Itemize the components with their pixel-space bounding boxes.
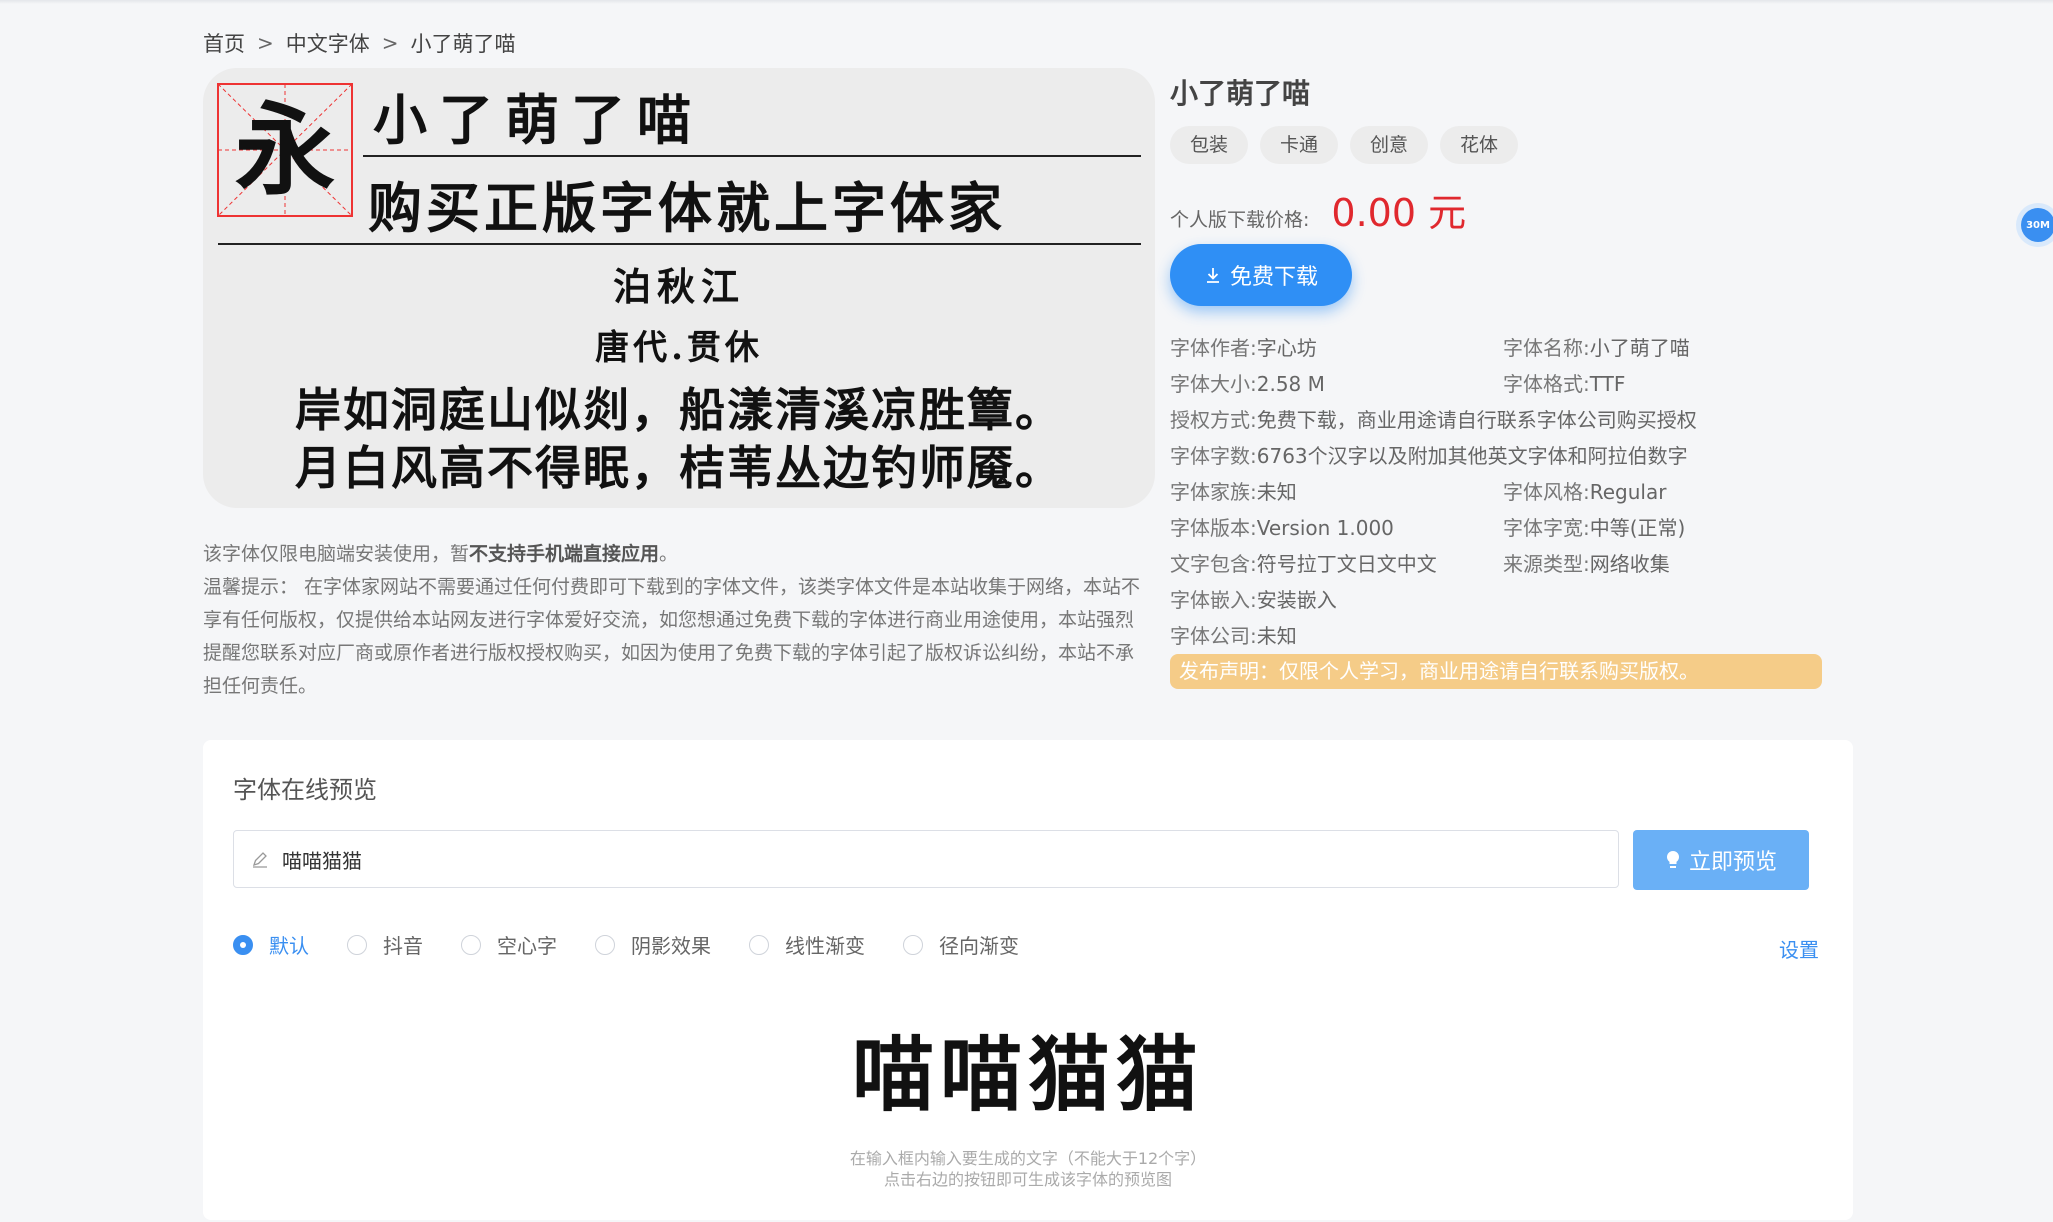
settings-link[interactable]: 设置 (1779, 934, 1819, 963)
info-source: 来源类型:网络收集 (1503, 552, 1670, 576)
preview-heading: 字体在线预览 (233, 776, 377, 804)
preview-button[interactable]: 立即预览 (1633, 830, 1809, 890)
notice-mobile: 该字体仅限电脑端安装使用，暂不支持手机端直接应用。 (203, 543, 679, 565)
preview-hint: 在输入框内输入要生成的文字（不能大于12个字） 点击右边的按钮即可生成该字体的预… (203, 1148, 1853, 1190)
preview-input-wrap (233, 830, 1619, 888)
info-name: 字体名称:小了萌了喵 (1503, 336, 1690, 360)
info-family: 字体家族:未知 (1170, 480, 1297, 504)
tag-list: 包装 卡通 创意 花体 (1170, 126, 1519, 164)
radio-hollow[interactable]: 空心字 (461, 930, 557, 959)
hint-line-2: 点击右边的按钮即可生成该字体的预览图 (883, 1170, 1172, 1189)
info-version: 字体版本:Version 1.000 (1170, 516, 1394, 540)
price-value: 0.00 元 (1331, 191, 1467, 235)
tag-item[interactable]: 创意 (1350, 126, 1429, 164)
chevron-right-icon: > (381, 31, 399, 55)
preview-button-label: 立即预览 (1688, 850, 1777, 875)
hero-line-1: 小了萌了喵 (373, 88, 703, 152)
info-width: 字体字宽:中等(正常) (1503, 516, 1686, 540)
preview-input[interactable] (280, 846, 1584, 872)
radio-shadow[interactable]: 阴影效果 (595, 930, 711, 959)
tag-item[interactable]: 花体 (1440, 126, 1519, 164)
info-author: 字体作者:字心坊 (1170, 336, 1317, 360)
radio-circle (347, 934, 367, 955)
radio-circle (461, 934, 481, 955)
info-count: 字体字数:6763个汉字以及附加其他英文字体和阿拉伯数字 (1170, 444, 1688, 468)
breadcrumb-category[interactable]: 中文字体 (286, 28, 370, 58)
font-title: 小了萌了喵 (1170, 77, 1311, 110)
info-embed: 字体嵌入:安装嵌入 (1170, 588, 1337, 612)
info-contains: 文字包含:符号拉丁文日文中文 (1170, 552, 1437, 576)
price-label: 个人版下载价格: (1170, 209, 1310, 231)
price: 个人版下载价格: 0.00 元 (1170, 182, 1466, 237)
radio-default[interactable]: 默认 (233, 930, 309, 959)
download-button[interactable]: 免费下载 (1170, 244, 1352, 306)
effect-options: 默认 抖音 空心字 阴影效果 线性渐变 径向渐变 (233, 930, 1057, 959)
tag-item[interactable]: 包装 (1170, 126, 1249, 164)
bulb-icon (1666, 850, 1680, 868)
hero-line-3: 泊秋江 (612, 264, 745, 309)
breadcrumb-home[interactable]: 首页 (203, 28, 245, 58)
info-size: 字体大小:2.58 M (1170, 372, 1325, 396)
top-shadow (0, 0, 2053, 4)
breadcrumb-current: 小了萌了喵 (410, 32, 516, 56)
hero-line-4: 唐代.贯休 (595, 328, 763, 368)
hero-line-6: 月白风高不得眠，桔苇丛边钓师魇。 (295, 441, 1063, 495)
radio-radial-gradient[interactable]: 径向渐变 (903, 930, 1019, 959)
release-declaration: 发布声明：仅限个人学习，商业用途请自行联系购买版权。 (1170, 654, 1822, 689)
floating-badge[interactable]: 30M (2021, 208, 2053, 242)
radio-circle (233, 934, 253, 955)
breadcrumb: 首页 > 中文字体 > 小了萌了喵 (203, 28, 516, 58)
font-preview-image: 永 小了萌了喵 购买正版字体就上字体家 泊秋江 唐代.贯休 岸如洞庭山似剡，船漾… (203, 68, 1155, 508)
chevron-right-icon: > (257, 31, 274, 55)
info-format: 字体格式:TTF (1503, 372, 1626, 396)
preview-sample-text: 喵喵猫猫 (851, 1027, 1204, 1123)
info-license: 授权方式:免费下载，商业用途请自行联系字体公司购买授权 (1170, 408, 1697, 432)
hero-line-5: 岸如洞庭山似剡，船漾清溪凉胜簟。 (295, 383, 1063, 437)
hero-glyph: 永 (235, 91, 335, 209)
radio-circle (595, 934, 615, 955)
hint-line-1: 在输入框内输入要生成的文字（不能大于12个字） (849, 1149, 1207, 1168)
hero-line-2: 购买正版字体就上字体家 (368, 176, 1006, 240)
radio-circle (903, 934, 923, 955)
usage-notice: 该字体仅限电脑端安装使用，暂不支持手机端直接应用。 温馨提示： 在字体家网站不需… (203, 538, 1145, 703)
radio-linear-gradient[interactable]: 线性渐变 (749, 930, 865, 959)
online-preview-panel: 字体在线预览 立即预览 默认 抖音 空心字 阴影效果 线性渐变 径向渐变 设置 … (203, 740, 1853, 1220)
notice-tip: 温馨提示： 在字体家网站不需要通过任何付费即可下载到的字体文件，该类字体文件是本… (203, 576, 1141, 697)
tag-item[interactable]: 卡通 (1260, 126, 1339, 164)
download-label: 免费下载 (1229, 265, 1318, 290)
download-icon (1206, 268, 1219, 283)
info-style: 字体风格:Regular (1503, 480, 1667, 504)
radio-douyin[interactable]: 抖音 (347, 930, 423, 959)
pencil-icon (252, 852, 267, 868)
info-company: 字体公司:未知 (1170, 624, 1297, 648)
radio-circle (749, 934, 769, 955)
